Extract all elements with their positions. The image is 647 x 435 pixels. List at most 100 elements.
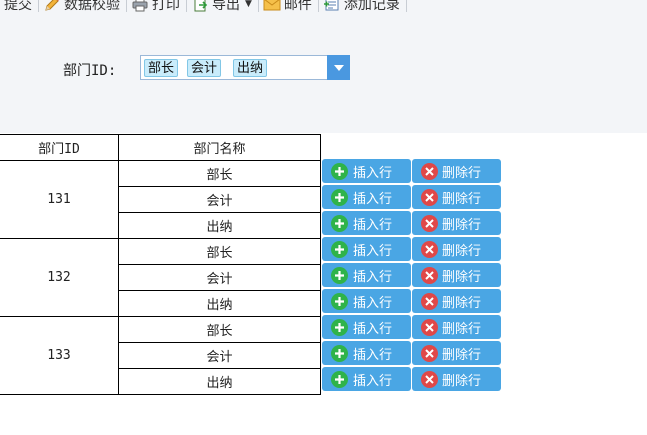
- close-icon: [421, 240, 438, 258]
- insert-row-button[interactable]: 插入行: [322, 237, 411, 261]
- export-button[interactable]: 导出 ▼: [187, 0, 258, 16]
- delete-row-label: 删除行: [442, 321, 482, 337]
- insert-row-button[interactable]: 插入行: [322, 263, 411, 287]
- row-action-buttons: 插入行 删除行: [322, 315, 502, 339]
- dept-name-cell: 部长: [118, 160, 321, 187]
- toolbar-validate-label: 数据校验: [64, 0, 120, 13]
- close-icon: [421, 292, 438, 310]
- toolbar: 提交 数据校验 打印 导出 ▼ 邮件 添加记录: [0, 0, 647, 17]
- dept-id-cell: 132: [0, 238, 119, 317]
- insert-row-label: 插入行: [353, 191, 393, 207]
- chevron-down-icon: ▼: [245, 0, 252, 9]
- toolbar-submit-label: 提交: [4, 0, 32, 13]
- row-action-buttons: 插入行 删除行: [322, 237, 502, 261]
- close-icon: [421, 318, 438, 336]
- plus-icon: [331, 214, 348, 232]
- submit-button[interactable]: 提交: [0, 0, 38, 16]
- close-icon: [421, 214, 438, 232]
- selected-tag[interactable]: 部长: [144, 59, 179, 77]
- table-row: 131 部长: [0, 160, 321, 239]
- insert-row-button[interactable]: 插入行: [322, 185, 411, 209]
- table-header-row: 部门ID 部门名称: [0, 134, 321, 161]
- insert-row-label: 插入行: [353, 269, 393, 285]
- insert-row-label: 插入行: [353, 321, 393, 337]
- toolbar-export-label: 导出: [212, 0, 240, 13]
- dept-name-cell: 出纳: [118, 212, 321, 239]
- row-action-buttons: 插入行 删除行: [322, 263, 502, 287]
- delete-row-button[interactable]: 删除行: [412, 367, 501, 391]
- selected-tag[interactable]: 出纳: [233, 59, 268, 77]
- delete-row-button[interactable]: 删除行: [412, 185, 501, 209]
- delete-row-button[interactable]: 删除行: [412, 237, 501, 261]
- delete-row-button[interactable]: 删除行: [412, 159, 501, 183]
- delete-row-button[interactable]: 删除行: [412, 263, 501, 287]
- row-action-buttons: 插入行 删除行: [322, 289, 502, 313]
- insert-row-label: 插入行: [353, 295, 393, 311]
- insert-row-button[interactable]: 插入行: [322, 315, 411, 339]
- dept-name-cell: 部长: [118, 238, 321, 265]
- row-action-buttons: 插入行 删除行: [322, 159, 502, 183]
- delete-row-label: 删除行: [442, 191, 482, 207]
- column-header-dept-name: 部门名称: [118, 134, 321, 161]
- dept-name-cell: 出纳: [118, 290, 321, 317]
- printer-icon: [132, 0, 148, 12]
- dept-name-cell: 会计: [118, 264, 321, 291]
- close-icon: [421, 188, 438, 206]
- delete-row-button[interactable]: 删除行: [412, 211, 501, 235]
- table-row: 133 部长: [0, 316, 321, 395]
- add-record-button[interactable]: 添加记录: [319, 0, 406, 16]
- mail-icon: [263, 0, 281, 11]
- toolbar-print-label: 打印: [152, 0, 180, 13]
- dept-name-cell: 出纳: [118, 368, 321, 395]
- delete-row-label: 删除行: [442, 269, 482, 285]
- plus-icon: [331, 240, 348, 258]
- dept-name-cell: 部长: [118, 316, 321, 343]
- insert-row-label: 插入行: [353, 243, 393, 259]
- row-action-buttons: 插入行 删除行: [322, 185, 502, 209]
- pencil-icon: [45, 0, 59, 11]
- delete-row-label: 删除行: [442, 243, 482, 259]
- department-table: 部门ID 部门名称 131 部长 会计 出纳 132 部长 会计 出纳 133 …: [0, 134, 321, 395]
- export-icon: [194, 0, 208, 12]
- parameter-panel: 部门ID: 部长 会计 出纳: [0, 16, 647, 133]
- validate-button[interactable]: 数据校验: [39, 0, 126, 16]
- chevron-down-icon: [333, 64, 344, 71]
- column-header-dept-id: 部门ID: [0, 134, 119, 161]
- toolbar-divider: [405, 0, 407, 12]
- dept-id-multiselect[interactable]: 部长 会计 出纳: [140, 55, 350, 80]
- table-row: 132 部长: [0, 238, 321, 317]
- print-button[interactable]: 打印: [127, 0, 186, 16]
- add-record-icon: [323, 0, 339, 11]
- insert-row-button[interactable]: 插入行: [322, 289, 411, 313]
- row-action-buttons: 插入行 删除行: [322, 211, 502, 235]
- dept-name-cell: 会计: [118, 186, 321, 213]
- mail-button[interactable]: 邮件: [259, 0, 318, 16]
- selected-tag[interactable]: 会计: [187, 59, 222, 77]
- plus-icon: [331, 344, 348, 362]
- dropdown-toggle-button[interactable]: [327, 55, 350, 80]
- close-icon: [421, 266, 438, 284]
- insert-row-button[interactable]: 插入行: [322, 341, 411, 365]
- delete-row-label: 删除行: [442, 165, 482, 181]
- toolbar-add-record-label: 添加记录: [343, 0, 400, 13]
- row-action-buttons: 插入行 删除行: [322, 341, 502, 365]
- insert-row-button[interactable]: 插入行: [322, 211, 411, 235]
- insert-row-label: 插入行: [353, 347, 393, 363]
- delete-row-button[interactable]: 删除行: [412, 289, 501, 313]
- delete-row-label: 删除行: [442, 295, 482, 311]
- toolbar-mail-label: 邮件: [283, 0, 312, 13]
- insert-row-label: 插入行: [353, 373, 393, 389]
- close-icon: [421, 370, 438, 388]
- plus-icon: [331, 266, 348, 284]
- dept-name-cell: 会计: [118, 342, 321, 369]
- insert-row-button[interactable]: 插入行: [322, 367, 411, 391]
- delete-row-button[interactable]: 删除行: [412, 315, 501, 339]
- plus-icon: [331, 292, 348, 310]
- insert-row-button[interactable]: 插入行: [322, 159, 411, 183]
- delete-row-button[interactable]: 删除行: [412, 341, 501, 365]
- insert-row-label: 插入行: [353, 217, 393, 233]
- plus-icon: [331, 162, 348, 180]
- dept-id-label: 部门ID:: [63, 63, 117, 79]
- plus-icon: [331, 188, 348, 206]
- row-action-buttons: 插入行 删除行: [322, 367, 502, 391]
